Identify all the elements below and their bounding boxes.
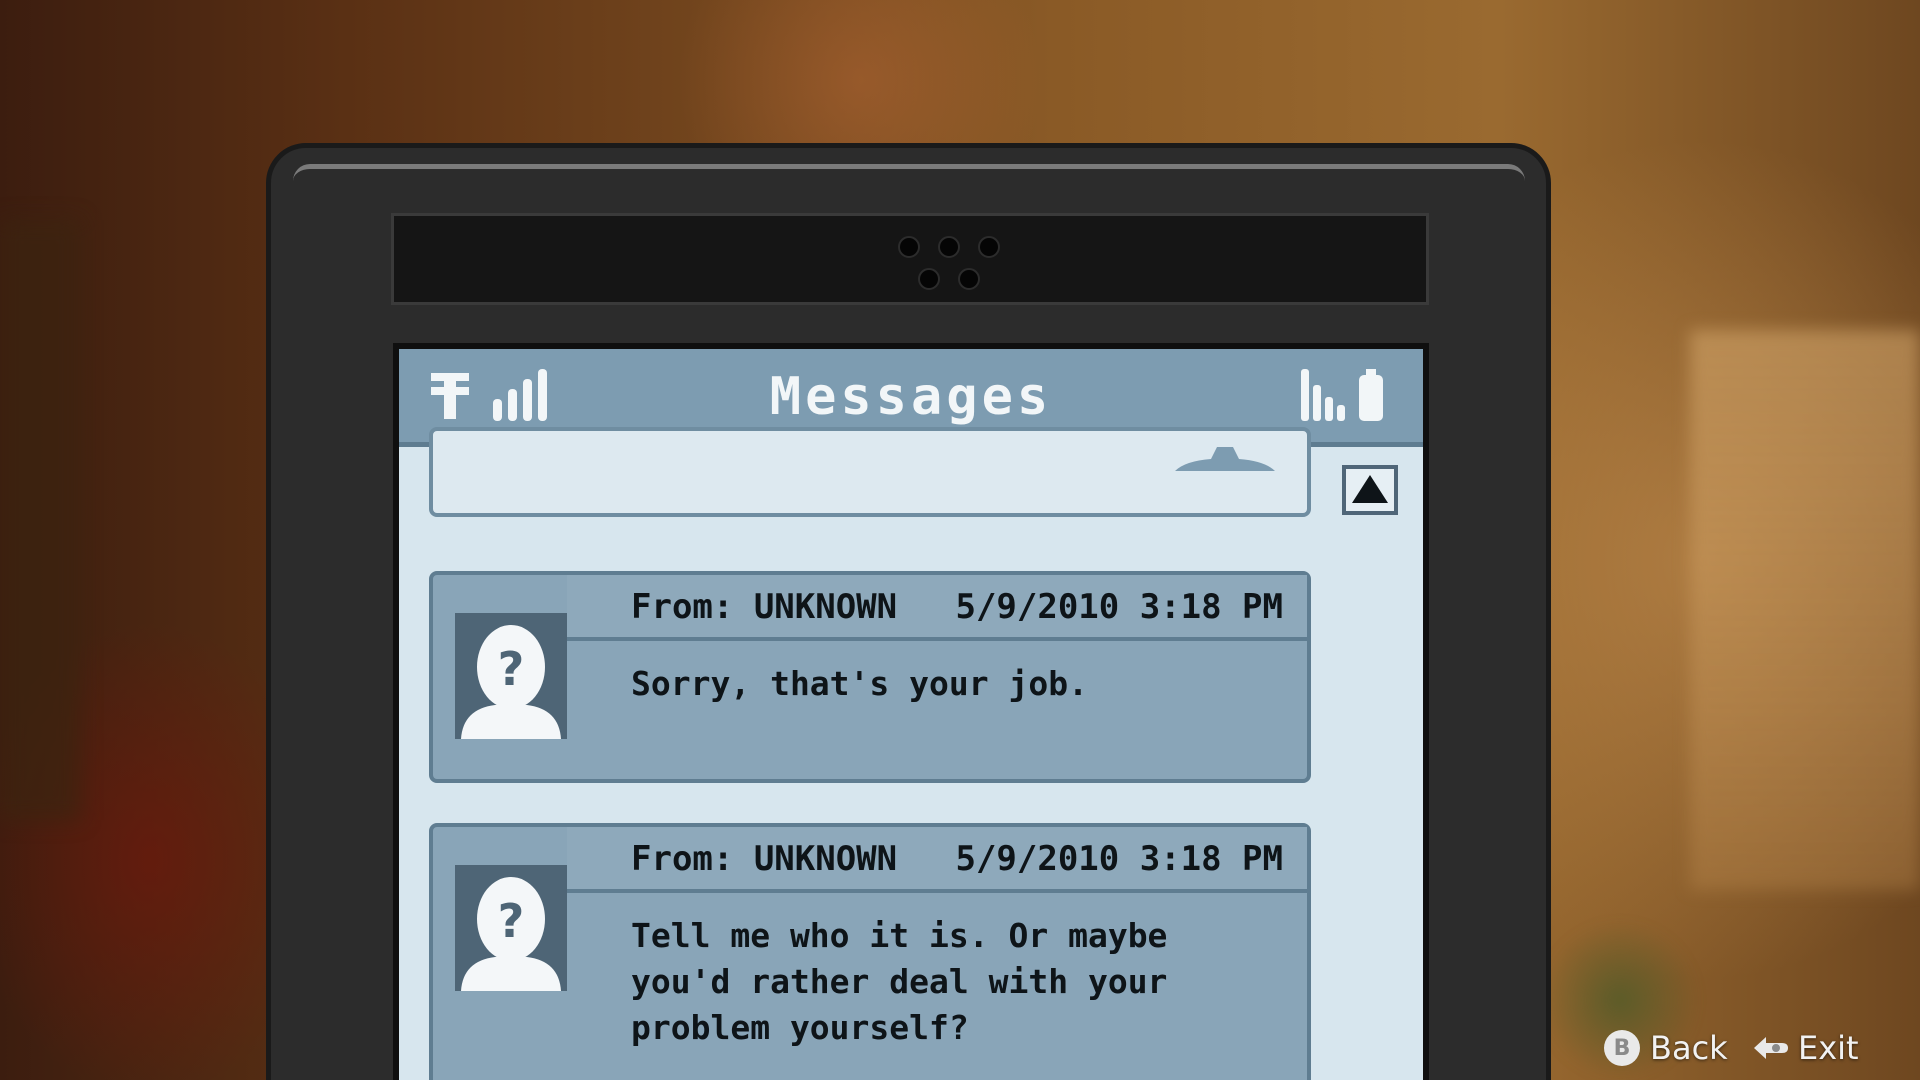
phone-screen: Messages ? From: UNKNOWN 5/9/2010 3:18 P…	[393, 343, 1429, 1080]
message-sender: From: UNKNOWN	[631, 587, 898, 627]
phone-highlight	[293, 164, 1525, 181]
screen-title: Messages	[769, 367, 1053, 427]
message-header: From: UNKNOWN 5/9/2010 3:18 PM	[567, 575, 1307, 641]
exit-prompt[interactable]: Exit	[1752, 1028, 1859, 1068]
unknown-contact-icon: ?	[455, 613, 567, 739]
message-list[interactable]: ? From: UNKNOWN 5/9/2010 3:18 PM Sorry, …	[399, 427, 1423, 1080]
back-label: Back	[1650, 1029, 1728, 1067]
background-window	[1690, 330, 1920, 890]
game-scene: Messages ? From: UNKNOWN 5/9/2010 3:18 P…	[0, 0, 1920, 1080]
svg-text:?: ?	[498, 642, 525, 696]
message-timestamp: 5/9/2010 3:18 PM	[955, 587, 1283, 627]
phone-earpiece	[391, 213, 1429, 305]
unknown-contact-icon: ?	[455, 865, 567, 991]
message-card[interactable]: ? From: UNKNOWN 5/9/2010 3:18 PM Tell me…	[429, 823, 1311, 1080]
message-header: From: UNKNOWN 5/9/2010 3:18 PM	[567, 827, 1307, 893]
phone-device: Messages ? From: UNKNOWN 5/9/2010 3:18 P…	[266, 143, 1551, 1080]
scroll-up-button[interactable]	[1342, 465, 1398, 515]
arrow-up-icon	[1352, 475, 1388, 503]
exit-label: Exit	[1798, 1029, 1859, 1067]
message-body: Tell me who it is. Or maybe you'd rather…	[631, 916, 1168, 1047]
b-button-icon: B	[1604, 1030, 1640, 1066]
previous-message-card[interactable]	[429, 427, 1311, 517]
message-body: Sorry, that's your job.	[631, 664, 1088, 703]
svg-text:?: ?	[498, 894, 525, 948]
background-picture-frame	[0, 220, 80, 820]
contact-silhouette-partial	[1175, 447, 1275, 471]
message-sender: From: UNKNOWN	[631, 839, 898, 879]
message-card[interactable]: ? From: UNKNOWN 5/9/2010 3:18 PM Sorry, …	[429, 571, 1311, 783]
speaker-holes	[894, 234, 1004, 294]
back-prompt[interactable]: B Back	[1604, 1028, 1728, 1068]
back-arrow-button-icon	[1754, 1037, 1788, 1059]
message-timestamp: 5/9/2010 3:18 PM	[955, 839, 1283, 879]
